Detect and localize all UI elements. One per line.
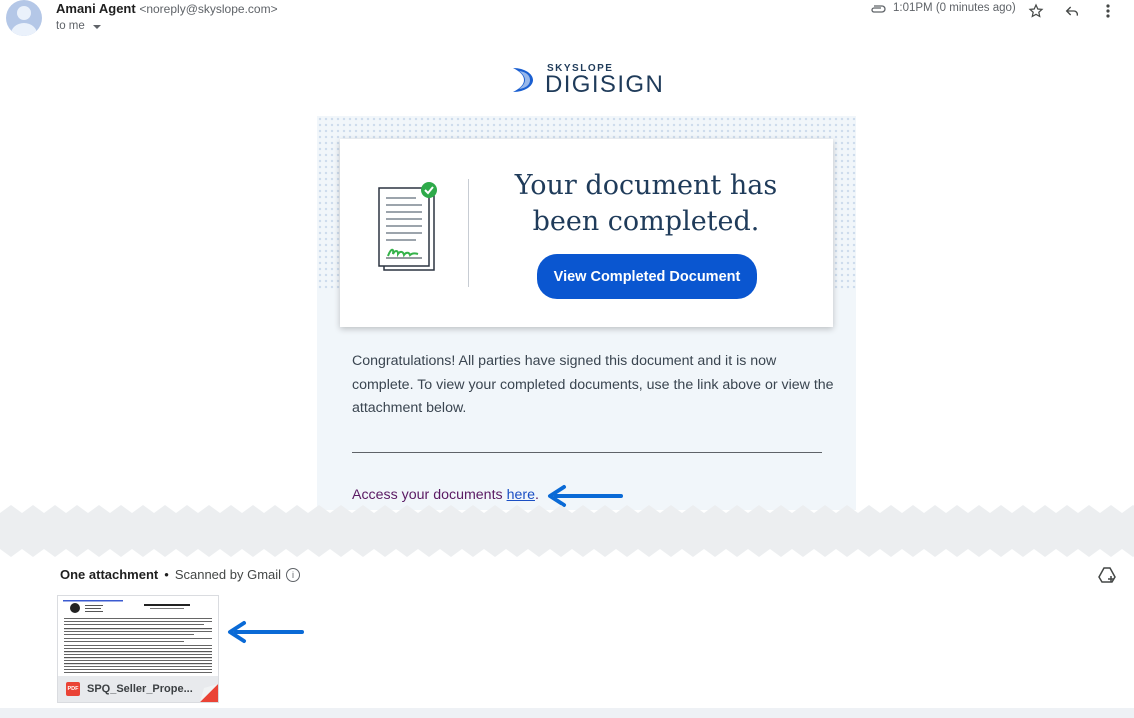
access-documents-line: Access your documents here. [352,487,539,503]
page-curl-icon [200,684,218,702]
here-link[interactable]: here [507,487,535,503]
star-icon[interactable] [1026,1,1046,21]
body-divider [352,452,822,453]
attachments-header: One attachment • Scanned by Gmail i [60,567,301,582]
info-icon[interactable]: i [286,567,301,582]
bottom-strip [0,708,1134,718]
completion-headline: Your document has been completed. [514,170,778,237]
add-to-drive-icon[interactable] [1098,566,1116,584]
signed-document-icon [378,182,437,271]
avatar-head [17,6,31,20]
recipient-dropdown[interactable]: to me [56,20,101,32]
access-text: Access your documents [352,487,507,503]
access-end: . [534,487,539,503]
sender-avatar[interactable] [6,0,42,36]
card-divider [468,179,469,287]
pdf-preview-image [63,600,212,673]
chevron-down-icon [92,25,101,29]
attachment-preview [58,596,218,676]
sender-line: Amani Agent <noreply@skyslope.com> [56,1,278,16]
congratulations-message: Congratulations! All parties have signed… [352,353,834,416]
attachment-filename: SPQ_Seller_Prope... [87,683,193,695]
recipient-label: to me [56,20,85,32]
truncation-zigzag [0,505,1134,557]
separator-dot: • [164,567,169,582]
attachment-count: One attachment [60,567,159,582]
skyslope-mark-icon [513,68,533,92]
more-options-icon[interactable] [1098,1,1118,21]
sender-name[interactable]: Amani Agent [56,1,136,16]
sender-email: <noreply@skyslope.com> [139,2,278,16]
view-completed-document-button[interactable]: View Completed Document [537,254,757,299]
attachment-footer: PDF SPQ_Seller_Prope... [58,676,218,702]
paperclip-icon [871,5,886,13]
avatar-body [11,23,37,36]
message-time: 1:01PM (0 minutes ago) [871,2,1016,14]
reply-icon[interactable] [1062,1,1082,21]
logo-main-text: DIGISIGN [545,71,665,98]
time-label: 1:01PM (0 minutes ago) [893,2,1016,14]
scanned-label: Scanned by Gmail [174,567,282,582]
attachment-card[interactable]: PDF SPQ_Seller_Prope... [57,595,219,703]
arrow-left-icon [228,621,304,643]
digisign-logo: SKYSLOPE DIGISIGN [511,62,671,98]
pdf-icon: PDF [66,682,80,696]
